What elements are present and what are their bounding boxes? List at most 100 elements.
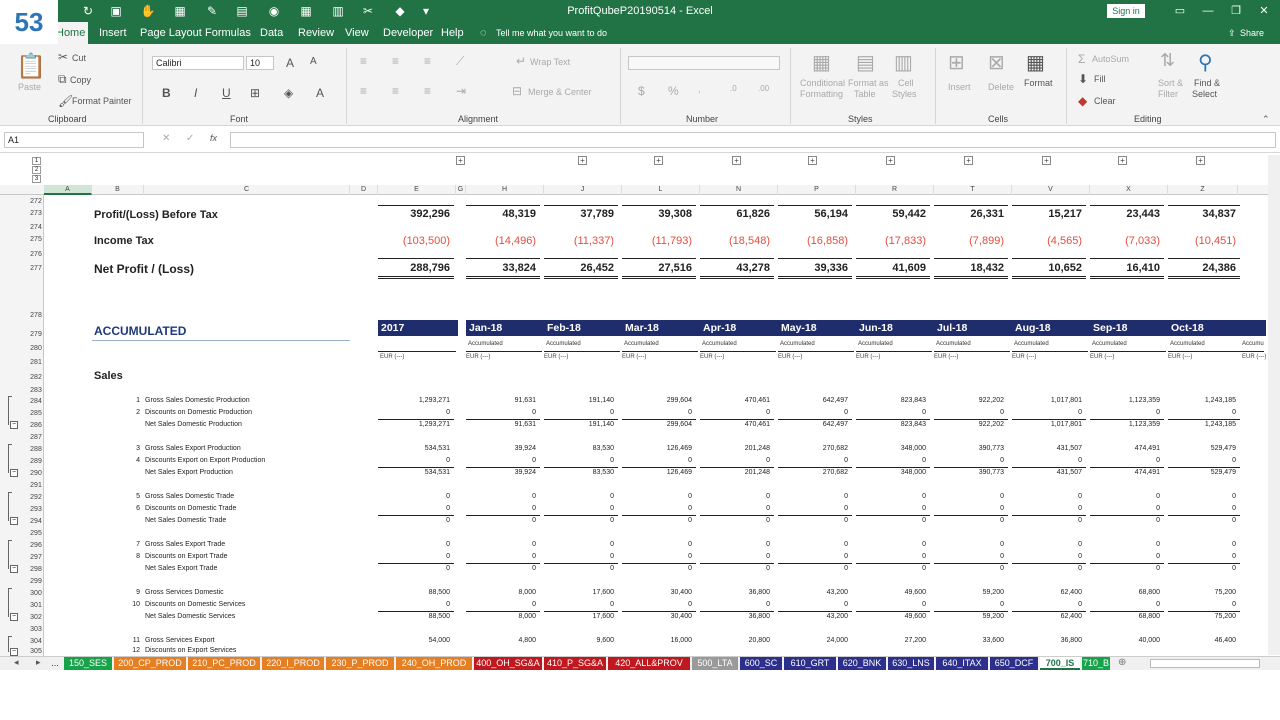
line-label[interactable]: Gross Sales Domestic Trade	[145, 493, 234, 500]
column-header-B[interactable]: B	[92, 185, 144, 195]
cell-value[interactable]: 922,202	[934, 397, 1004, 404]
tab-developer[interactable]: Developer	[383, 27, 433, 39]
cell-value[interactable]: 0	[934, 541, 1004, 548]
line-label[interactable]: Discounts Export on Export Production	[145, 457, 265, 464]
line-label[interactable]: Gross Sales Export Production	[145, 445, 241, 452]
cell-value[interactable]: 0	[466, 409, 536, 416]
cell-value[interactable]: 0	[622, 517, 692, 524]
cell-value[interactable]: 91,631	[466, 421, 536, 428]
cell-value[interactable]: 642,497	[778, 421, 848, 428]
sort-filter-icon[interactable]: ⇅	[1160, 50, 1175, 71]
align-center-icon[interactable]: ≡	[392, 84, 399, 98]
cell-value[interactable]: 470,461	[700, 421, 770, 428]
income-tax-value[interactable]: (14,496)	[466, 235, 536, 247]
sheet-tab-1[interactable]: 150_SES	[64, 657, 112, 670]
cell-value[interactable]: 1,123,359	[1090, 397, 1160, 404]
cell-value[interactable]: 30,400	[622, 613, 692, 620]
cell-value[interactable]: 823,843	[856, 421, 926, 428]
pbt-value[interactable]: 23,443	[1090, 208, 1160, 220]
cell-value[interactable]: 534,531	[378, 445, 450, 452]
expand-group-icon[interactable]: +	[732, 156, 741, 165]
cell-value[interactable]: 8,000	[466, 589, 536, 596]
line-number[interactable]: 11	[120, 637, 140, 644]
line-label[interactable]: Gross Services Domestic	[145, 589, 224, 596]
increase-decimal-icon[interactable]: .0	[730, 84, 737, 93]
cell-value[interactable]: 27,200	[856, 637, 926, 644]
cell-value[interactable]: 0	[544, 409, 614, 416]
insert-function-icon[interactable]: fx	[210, 133, 217, 143]
cell-value[interactable]: 0	[378, 409, 450, 416]
month-header-10[interactable]: Oct-18	[1168, 320, 1266, 336]
line-number[interactable]: 8	[120, 553, 140, 560]
cell-value[interactable]: 1,123,359	[1090, 421, 1160, 428]
cell-value[interactable]: 0	[622, 505, 692, 512]
cell-value[interactable]: 0	[622, 493, 692, 500]
cell-value[interactable]: 0	[700, 409, 770, 416]
line-number[interactable]: 1	[120, 397, 140, 404]
income-tax-label[interactable]: Income Tax	[94, 235, 154, 247]
cell-value[interactable]: 0	[1012, 493, 1082, 500]
sheet-tab-13[interactable]: 620_BNK	[838, 657, 886, 670]
sign-in-button[interactable]: Sign in	[1107, 4, 1145, 18]
line-number[interactable]: 4	[120, 457, 140, 464]
sheet-tab-12[interactable]: 610_GRT	[784, 657, 836, 670]
cell-value[interactable]: 0	[778, 517, 848, 524]
cell-value[interactable]: 88,500	[378, 589, 450, 596]
net-profit-value[interactable]: 26,452	[544, 262, 614, 274]
conditional-formatting-icon[interactable]: ▦	[812, 50, 831, 75]
line-label[interactable]: Net Sales Domestic Production	[145, 421, 242, 428]
paste-button[interactable]: Paste	[18, 82, 41, 92]
cell-value[interactable]: 0	[934, 457, 1004, 464]
format-painter-icon[interactable]: 🖌	[58, 94, 73, 108]
cell-value[interactable]: 0	[466, 553, 536, 560]
sort-filter-button[interactable]: Sort &	[1158, 78, 1183, 88]
cell-value[interactable]: 0	[856, 601, 926, 608]
cell-value[interactable]: 534,531	[378, 469, 450, 476]
month-header-9[interactable]: Sep-18	[1090, 320, 1168, 336]
cell-value[interactable]: 299,604	[622, 421, 692, 428]
cell-value[interactable]: 1,017,801	[1012, 397, 1082, 404]
pbt-label[interactable]: Profit/(Loss) Before Tax	[94, 209, 218, 221]
column-header-P[interactable]: P	[778, 185, 856, 195]
cell-value[interactable]: 54,000	[378, 637, 450, 644]
cell-value[interactable]: 40,000	[1090, 637, 1160, 644]
line-label[interactable]: Discounts on Export Trade	[145, 553, 228, 560]
format-painter-button[interactable]: Format Painter	[72, 96, 132, 106]
income-tax-value[interactable]: (7,899)	[934, 235, 1004, 247]
collapse-ribbon-icon[interactable]: ⌃	[1262, 114, 1270, 125]
cell-value[interactable]: 0	[378, 601, 450, 608]
ribbon-options-icon[interactable]: ▭	[1170, 3, 1190, 19]
cell-value[interactable]: 68,800	[1090, 589, 1160, 596]
cell-value[interactable]: 0	[378, 553, 450, 560]
cell-value[interactable]: 0	[700, 565, 770, 572]
cell-value[interactable]: 1,017,801	[1012, 421, 1082, 428]
month-header-3[interactable]: Mar-18	[622, 320, 700, 336]
conditional-formatting-button[interactable]: Conditional	[800, 78, 845, 88]
income-tax-value[interactable]: (17,833)	[856, 235, 926, 247]
cell-value[interactable]: 0	[1012, 541, 1082, 548]
cell-value[interactable]: 0	[622, 601, 692, 608]
orientation-icon[interactable]: ⟋	[456, 54, 464, 69]
cell-value[interactable]: 390,773	[934, 445, 1004, 452]
cut-button[interactable]: Cut	[72, 53, 86, 63]
cell-value[interactable]: 0	[700, 553, 770, 560]
month-header-2[interactable]: Feb-18	[544, 320, 622, 336]
column-header-R[interactable]: R	[856, 185, 934, 195]
cell-value[interactable]: 0	[544, 601, 614, 608]
income-tax-value[interactable]: (11,337)	[544, 235, 614, 247]
tell-me-search[interactable]: Tell me what you want to do	[496, 28, 607, 38]
insert-cells-icon[interactable]: ⊞	[948, 50, 965, 75]
find-select-icon[interactable]: ⚲	[1198, 50, 1213, 75]
cell-value[interactable]: 0	[1090, 409, 1160, 416]
line-number[interactable]: 5	[120, 493, 140, 500]
net-profit-value[interactable]: 24,386	[1168, 262, 1236, 274]
tab-prev-icon[interactable]: ◂	[14, 657, 19, 668]
cell-value[interactable]: 0	[1012, 517, 1082, 524]
tab-formulas[interactable]: Formulas	[205, 27, 251, 39]
expand-group-icon[interactable]: +	[808, 156, 817, 165]
cell-value[interactable]: 0	[466, 457, 536, 464]
font-size-select[interactable]: 10	[246, 56, 274, 70]
cell-value[interactable]: 201,248	[700, 469, 770, 476]
expand-group-icon[interactable]: +	[654, 156, 663, 165]
cell-value[interactable]: 0	[934, 517, 1004, 524]
